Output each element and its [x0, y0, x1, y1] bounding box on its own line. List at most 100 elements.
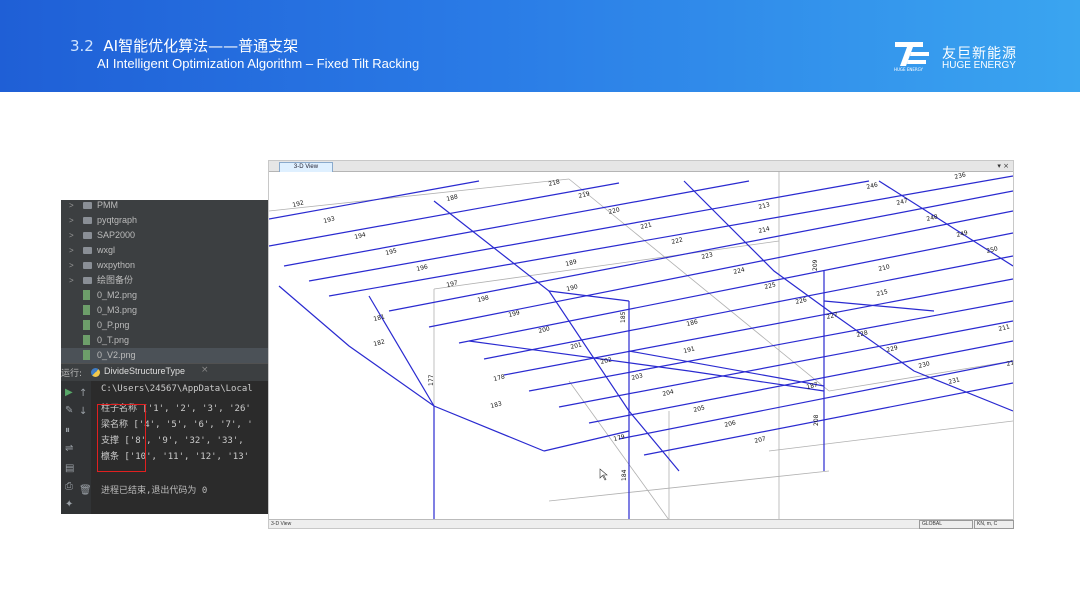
- member-label: 200: [538, 325, 551, 335]
- tree-item[interactable]: > wxpython: [61, 258, 269, 273]
- tree-item[interactable]: > PMM: [61, 200, 269, 213]
- huge-energy-logo-icon: HUGE ENERGY: [894, 42, 929, 72]
- member-label: 184: [621, 469, 628, 481]
- member-label: 191: [683, 345, 696, 355]
- member-label: 225: [764, 281, 777, 291]
- member-label: 195: [385, 247, 398, 257]
- tree-item[interactable]: > wxgl: [61, 243, 269, 258]
- tree-item[interactable]: 0_V2.png: [61, 348, 269, 363]
- pin-icon[interactable]: ✦: [65, 499, 73, 510]
- member-label: 193: [323, 215, 336, 225]
- console-line: C:\Users\24567\AppData\Local: [101, 384, 253, 394]
- member-label: 198: [477, 294, 490, 304]
- sap2000-3d-view[interactable]: 3-D View ▾ × 218 219 220 221 222 223 224…: [268, 160, 1014, 529]
- rerun-icon[interactable]: ▶: [65, 387, 73, 398]
- coord-system-select[interactable]: GLOBAL: [919, 520, 973, 529]
- member-label: 183: [490, 400, 503, 410]
- member-label: 188: [446, 193, 459, 203]
- ide-panel: > PMM > pyqtgraph > SAP2000 > wxgl > wxpython > 绘图备…: [61, 200, 269, 514]
- folder-icon: [83, 247, 92, 254]
- frame-members: [278, 180, 1013, 520]
- slide-title: 3.2 AI智能优化算法——普通支架: [70, 35, 298, 56]
- tree-item-label: 0_M2.png: [97, 290, 138, 300]
- wrench-icon[interactable]: ✎: [65, 405, 73, 416]
- member-label: 196: [416, 263, 429, 273]
- member-label: 185: [620, 311, 627, 323]
- member-label: 215: [876, 288, 889, 298]
- member-label: 199: [508, 309, 521, 319]
- chevron-right-icon[interactable]: >: [69, 243, 74, 258]
- member-label: 248: [926, 213, 939, 223]
- folder-icon: [83, 277, 92, 284]
- member-label: 189: [565, 258, 578, 268]
- console-line: 进程已结束,退出代码为 0: [101, 486, 208, 496]
- section-number: 3.2: [70, 37, 94, 55]
- member-label: 212: [1006, 358, 1013, 368]
- pause-icon[interactable]: ⏸: [65, 425, 70, 436]
- image-file-icon: [83, 290, 90, 300]
- member-label: 208: [813, 414, 820, 426]
- tree-item-label: pyqtgraph: [97, 215, 138, 225]
- folder-icon: [83, 202, 92, 209]
- window-controls[interactable]: ▾ ×: [997, 161, 1009, 171]
- member-label: 222: [671, 236, 684, 246]
- member-label: 236: [954, 171, 967, 181]
- member-label: 229: [886, 344, 899, 354]
- structure-model[interactable]: 2182192202212222232242252262272282292302…: [269, 171, 1013, 520]
- chevron-right-icon[interactable]: >: [69, 228, 74, 243]
- member-label: 247: [896, 197, 909, 207]
- scroll-up-icon[interactable]: ↑: [79, 388, 87, 399]
- member-label: 203: [631, 372, 644, 382]
- member-label: 213: [758, 201, 771, 211]
- member-label: 205: [693, 404, 706, 414]
- member-label: 211: [998, 323, 1011, 333]
- member-label: 250: [986, 245, 999, 255]
- member-label: 220: [608, 206, 621, 216]
- member-label: 182: [373, 338, 386, 348]
- image-file-icon: [83, 335, 90, 345]
- tree-item[interactable]: 0_T.png: [61, 333, 269, 348]
- scroll-down-icon[interactable]: ↓: [79, 406, 87, 417]
- tree-item[interactable]: > pyqtgraph: [61, 213, 269, 228]
- tree-item-label: wxpython: [97, 260, 136, 270]
- tree-item[interactable]: > SAP2000: [61, 228, 269, 243]
- tree-item-label: 0_T.png: [97, 335, 130, 345]
- tree-item[interactable]: 0_P.png: [61, 318, 269, 333]
- tree-item-label: 0_M3.png: [97, 305, 138, 315]
- member-label: 179: [613, 433, 626, 443]
- layout-icon[interactable]: ▤: [65, 463, 74, 474]
- tree-item-label: wxgl: [97, 245, 116, 255]
- slide-subtitle-en: AI Intelligent Optimization Algorithm – …: [97, 56, 420, 71]
- python-icon: [91, 368, 100, 377]
- member-label: 219: [578, 190, 591, 200]
- tree-item[interactable]: 0_M3.png: [61, 303, 269, 318]
- tree-item-label: 0_V2.png: [97, 350, 136, 360]
- member-label: 230: [918, 360, 931, 370]
- member-label: 190: [566, 283, 579, 293]
- member-label: 177: [428, 374, 435, 386]
- run-config-tab[interactable]: DivideStructureType: [104, 366, 185, 376]
- chevron-right-icon[interactable]: >: [69, 213, 74, 228]
- chevron-right-icon[interactable]: >: [69, 200, 74, 213]
- tree-item-label: 绘图备份: [97, 275, 134, 285]
- project-tree: > PMM > pyqtgraph > SAP2000 > wxgl > wxpython > 绘图备…: [61, 200, 269, 363]
- tree-item[interactable]: > 绘图备份: [61, 273, 269, 288]
- member-label: 221: [640, 221, 653, 231]
- member-label: 227: [826, 311, 839, 321]
- folder-icon: [83, 262, 92, 269]
- member-label: 202: [600, 356, 613, 366]
- print-icon[interactable]: ⎙: [65, 481, 73, 492]
- member-label: 246: [866, 181, 879, 191]
- image-file-icon: [83, 305, 90, 315]
- tree-item[interactable]: 0_M2.png: [61, 288, 269, 303]
- member-label: 214: [758, 225, 771, 235]
- trash-icon[interactable]: 🗑: [79, 485, 92, 496]
- units-select[interactable]: KN, m, C: [974, 520, 1014, 529]
- close-tab-icon[interactable]: ×: [201, 365, 209, 375]
- slide-title-zh: AI智能优化算法——普通支架: [103, 37, 299, 55]
- image-file-icon: [83, 320, 90, 330]
- soft-wrap-icon[interactable]: ⇌: [65, 443, 73, 454]
- chevron-right-icon[interactable]: >: [69, 258, 74, 273]
- chevron-right-icon[interactable]: >: [69, 273, 74, 288]
- member-label: 201: [570, 341, 583, 351]
